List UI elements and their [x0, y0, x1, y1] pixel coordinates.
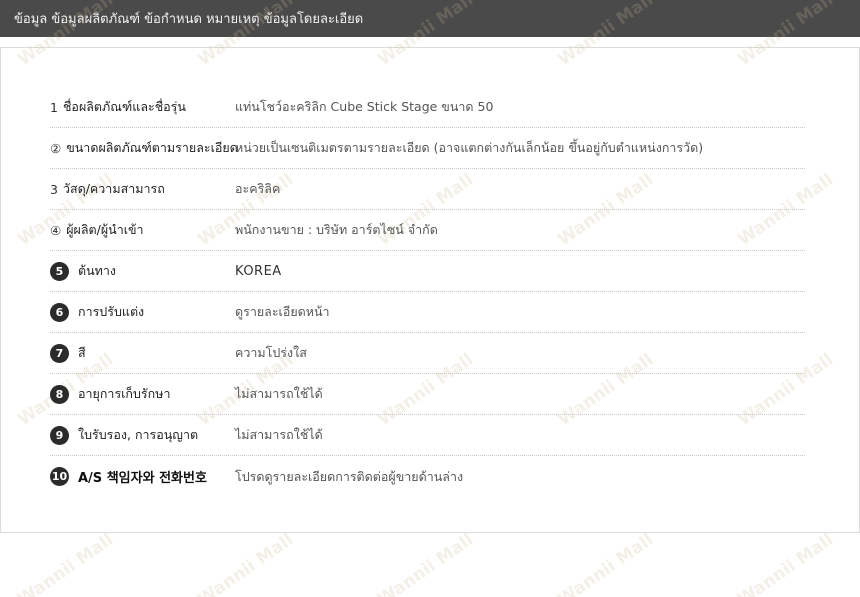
watermark-logo: Wannii Mall: [734, 529, 838, 597]
spec-number-badge: 7: [50, 343, 69, 363]
spec-value: KOREA: [235, 263, 282, 279]
watermark-logo: Wannii Mall: [554, 529, 658, 597]
spec-row-color: 7 สี ความโปร่งใส: [50, 333, 805, 374]
spec-value: แท่นโชว์อะคริลิก Cube Stick Stage ขนาด 5…: [235, 99, 494, 114]
spec-row-manufacturer: ④ ผู้ผลิต/ผู้นำเข้า พนักงานขาย : บริษัท …: [50, 210, 805, 251]
watermark-logo: Wannii Mall: [14, 529, 118, 597]
spec-number: 3: [50, 181, 58, 197]
spec-number-badge: 5: [50, 261, 69, 281]
spec-value: อะคริลิค: [235, 181, 281, 196]
spec-label: A/S 책임자와 전화번호: [78, 471, 207, 486]
section-title: ข้อมูล ข้อมูลผลิตภัณฑ์ ข้อกำหนด หมายเหตุ…: [14, 12, 364, 27]
spec-number: ②: [50, 140, 62, 156]
watermark-logo: Wannii Mall: [374, 529, 478, 597]
spec-label: ใบรับรอง, การอนุญาต: [78, 427, 199, 442]
spec-label: สี: [78, 345, 86, 360]
spec-table: 1 ชื่อผลิตภัณฑ์และชื่อรุ่น แท่นโชว์อะคริ…: [50, 87, 805, 497]
spec-value: ความโปร่งใส: [235, 345, 307, 360]
watermark-logo: Wannii Mall: [194, 529, 298, 597]
spec-value: ไม่สามารถใช้ได้: [235, 427, 323, 442]
spec-row-as-contact: 10 A/S 책임자와 전화번호 โปรดดูรายละเอียดการติดต…: [50, 456, 805, 497]
section-tab-bar: ข้อมูล ข้อมูลผลิตภัณฑ์ ข้อกำหนด หมายเหตุ…: [0, 0, 860, 37]
spec-label: วัสดุ/ความสามารถ: [62, 181, 165, 196]
spec-number-badge: 6: [50, 302, 69, 322]
spec-number-badge: 9: [50, 425, 69, 445]
spec-number: 1: [50, 99, 58, 115]
spec-label: การปรับแต่ง: [78, 304, 145, 319]
spec-row-customization: 6 การปรับแต่ง ดูรายละเอียดหน้า: [50, 292, 805, 333]
spec-value: ไม่สามารถใช้ได้: [235, 386, 323, 401]
spec-row-certification: 9 ใบรับรอง, การอนุญาต ไม่สามารถใช้ได้: [50, 415, 805, 456]
spec-label: อายุการเก็บรักษา: [78, 386, 171, 401]
spec-row-product-name: 1 ชื่อผลิตภัณฑ์และชื่อรุ่น แท่นโชว์อะคริ…: [50, 87, 805, 128]
spec-value: พนักงานขาย : บริษัท อาร์ตไซน์ จำกัด: [235, 222, 438, 237]
spec-row-material: 3 วัสดุ/ความสามารถ อะคริลิค: [50, 169, 805, 210]
spec-label: ชื่อผลิตภัณฑ์และชื่อรุ่น: [62, 99, 186, 114]
spec-number-badge: 8: [50, 384, 69, 404]
spec-value: หน่วยเป็นเซนติเมตรตามรายละเอียด (อาจแตกต…: [235, 140, 704, 155]
spec-label: ต้นทาง: [78, 263, 117, 278]
spec-value: โปรดดูรายละเอียดการติดต่อผู้ขายด้านล่าง: [235, 468, 464, 484]
spec-label: ผู้ผลิต/ผู้นำเข้า: [66, 222, 144, 237]
spec-value: ดูรายละเอียดหน้า: [235, 304, 330, 319]
spec-number-badge: 10: [50, 467, 69, 486]
spec-row-origin: 5 ต้นทาง KOREA: [50, 251, 805, 292]
spec-row-size: ② ขนาดผลิตภัณฑ์ตามรายละเอียด หน่วยเป็นเซ…: [50, 128, 805, 169]
spec-row-shelf-life: 8 อายุการเก็บรักษา ไม่สามารถใช้ได้: [50, 374, 805, 415]
spec-number: ④: [50, 222, 62, 238]
spec-label: ขนาดผลิตภัณฑ์ตามรายละเอียด: [66, 140, 238, 155]
